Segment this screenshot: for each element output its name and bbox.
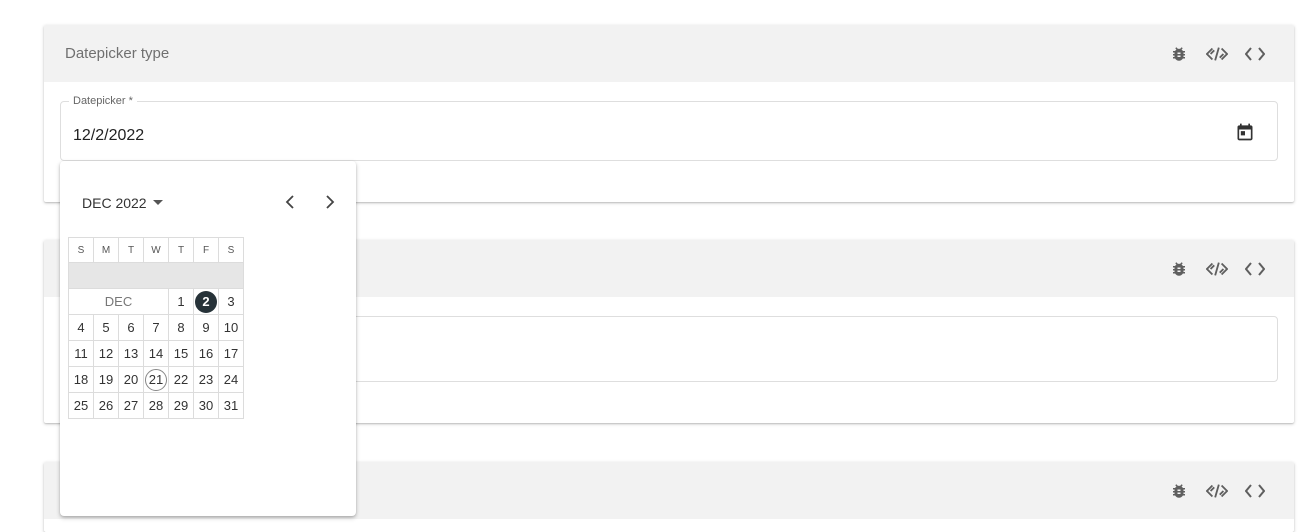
- day-cell-today[interactable]: 21: [143, 366, 169, 393]
- today-day: 21: [145, 368, 167, 391]
- day-cell[interactable]: 25: [68, 392, 94, 419]
- period-label: DEC 2022: [82, 195, 147, 211]
- datepicker-popup: DEC 2022 S M T W T F S DEC 1 2 3 4 5 6 7…: [60, 161, 356, 516]
- day-cell[interactable]: 15: [168, 340, 194, 367]
- datepicker-input[interactable]: 12/2/2022: [73, 127, 144, 145]
- header-divider: [68, 262, 244, 289]
- day-cell[interactable]: 14: [143, 340, 169, 367]
- code-icon[interactable]: [1244, 481, 1266, 501]
- bug-icon[interactable]: [1168, 481, 1190, 501]
- weekday-header: T: [168, 237, 194, 263]
- card-actions: [1168, 481, 1266, 501]
- week-row: 18 19 20 21 22 23 24: [68, 366, 244, 393]
- weekday-header: S: [68, 237, 94, 263]
- week-row: 4 5 6 7 8 9 10: [68, 314, 244, 341]
- weekday-header: S: [218, 237, 244, 263]
- day-cell[interactable]: 20: [118, 366, 144, 393]
- card-header: Datepicker type: [44, 25, 1294, 82]
- day-cell[interactable]: 24: [218, 366, 244, 393]
- code-link-icon[interactable]: [1206, 44, 1228, 64]
- week-row: 11 12 13 14 15 16 17: [68, 340, 244, 367]
- chevron-right-icon: [326, 195, 335, 209]
- day-cell[interactable]: 10: [218, 314, 244, 341]
- bug-icon[interactable]: [1168, 259, 1190, 279]
- dropdown-arrow-icon: [152, 200, 163, 205]
- chevron-left-icon: [285, 195, 294, 209]
- day-cell[interactable]: 8: [168, 314, 194, 341]
- code-link-icon[interactable]: [1206, 259, 1228, 279]
- calendar-grid: S M T W T F S DEC 1 2 3 4 5 6 7 8 9 10 1…: [68, 237, 244, 419]
- day-cell[interactable]: 22: [168, 366, 194, 393]
- day-cell[interactable]: 26: [93, 392, 119, 419]
- next-month-button[interactable]: [322, 193, 338, 216]
- selected-day: 2: [195, 290, 217, 313]
- day-cell[interactable]: 30: [193, 392, 219, 419]
- weekday-header-row: S M T W T F S: [68, 237, 244, 263]
- weekday-header: M: [93, 237, 119, 263]
- day-cell[interactable]: 5: [93, 314, 119, 341]
- day-cell[interactable]: 29: [168, 392, 194, 419]
- day-cell[interactable]: 18: [68, 366, 94, 393]
- card-actions: [1168, 44, 1266, 64]
- day-cell[interactable]: 1: [168, 288, 194, 315]
- card-title: Datepicker type: [65, 45, 170, 62]
- day-cell[interactable]: 11: [68, 340, 94, 367]
- week-row: 25 26 27 28 29 30 31: [68, 392, 244, 419]
- card-actions: [1168, 259, 1266, 279]
- weekday-header: W: [143, 237, 169, 263]
- day-cell[interactable]: 4: [68, 314, 94, 341]
- period-button[interactable]: DEC 2022: [82, 195, 163, 211]
- code-icon[interactable]: [1244, 44, 1266, 64]
- calendar-icon[interactable]: [1235, 122, 1255, 147]
- day-cell[interactable]: 17: [218, 340, 244, 367]
- day-cell[interactable]: 12: [93, 340, 119, 367]
- previous-month-button[interactable]: [282, 193, 298, 216]
- day-cell[interactable]: 13: [118, 340, 144, 367]
- code-icon[interactable]: [1244, 259, 1266, 279]
- day-cell[interactable]: 31: [218, 392, 244, 419]
- day-cell[interactable]: 7: [143, 314, 169, 341]
- day-cell[interactable]: 16: [193, 340, 219, 367]
- bug-icon[interactable]: [1168, 44, 1190, 64]
- datepicker-label: Datepicker *: [69, 95, 137, 107]
- code-link-icon[interactable]: [1206, 481, 1228, 501]
- day-cell-selected[interactable]: 2: [193, 288, 219, 315]
- day-cell[interactable]: 9: [193, 314, 219, 341]
- weekday-header: F: [193, 237, 219, 263]
- weekday-header: T: [118, 237, 144, 263]
- day-cell[interactable]: 23: [193, 366, 219, 393]
- week-row: DEC 1 2 3: [68, 288, 244, 315]
- day-cell[interactable]: 19: [93, 366, 119, 393]
- day-cell[interactable]: 6: [118, 314, 144, 341]
- day-cell[interactable]: 28: [143, 392, 169, 419]
- day-cell[interactable]: 27: [118, 392, 144, 419]
- datepicker-field[interactable]: Datepicker * 12/2/2022: [60, 95, 1278, 161]
- day-cell[interactable]: 3: [218, 288, 244, 315]
- month-label: DEC: [68, 288, 169, 315]
